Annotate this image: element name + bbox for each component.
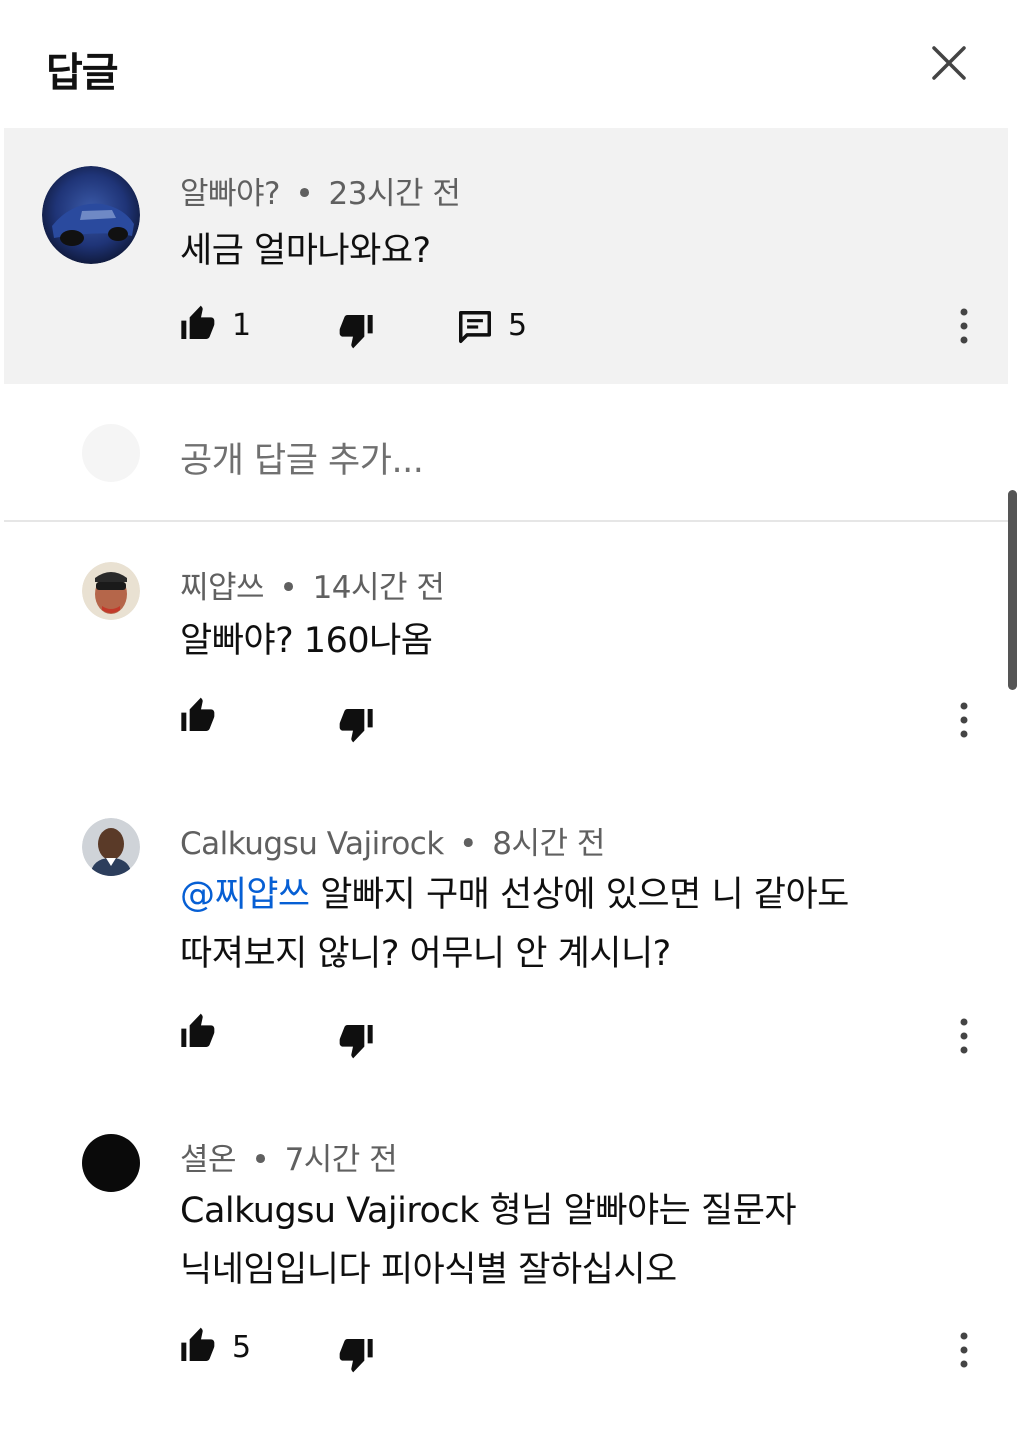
author-name[interactable]: 찌얍쓰 [180, 570, 265, 606]
comment-line: 따져보지 않니? 어무니 안 계시니? [180, 934, 671, 974]
scrollbar[interactable] [1008, 490, 1017, 690]
comment-line-rest: 알빠지 구매 선상에 있으면 니 같아도 [309, 875, 849, 915]
comment-meta: 찌얍쓰 • 14시간 전 [180, 562, 445, 607]
avatar[interactable] [82, 562, 140, 620]
meta-separator: • [459, 826, 477, 862]
comment-meta: Calkugsu Vajirock • 8시간 전 [180, 818, 605, 863]
timestamp[interactable]: 7시간 전 [285, 1142, 398, 1178]
comment-line: 닉네임입니다 피아식별 잘하십시오 [180, 1250, 677, 1290]
thumbs-down-icon[interactable] [336, 704, 376, 744]
add-reply-input[interactable]: 공개 답글 추가... [180, 432, 424, 483]
author-name[interactable]: Calkugsu Vajirock [180, 826, 444, 862]
mention-link[interactable]: @찌얍쓰 [180, 875, 310, 915]
comment-text: 세금 얼마나와요? [180, 231, 431, 271]
more-vert-icon[interactable] [954, 1328, 974, 1372]
thumbs-down-icon[interactable] [336, 1334, 376, 1374]
reply-icon[interactable] [456, 308, 496, 348]
thumbs-up-icon[interactable] [178, 304, 218, 344]
author-name[interactable]: 알빠야? [180, 176, 281, 212]
comment-text: @찌얍쓰 알빠지 구매 선상에 있으면 니 같아도 따져보지 않니? 어무니 안… [180, 866, 849, 984]
thumbs-up-icon[interactable] [178, 1012, 218, 1052]
thumbs-down-icon[interactable] [336, 310, 376, 350]
more-vert-icon[interactable] [954, 304, 974, 348]
divider [4, 520, 1008, 522]
more-vert-icon[interactable] [954, 698, 974, 742]
timestamp[interactable]: 8시간 전 [492, 826, 605, 862]
meta-separator: • [295, 176, 314, 212]
timestamp[interactable]: 23시간 전 [329, 176, 461, 212]
comment-text: 알빠야? 160나옴 [180, 612, 433, 671]
meta-separator: • [279, 570, 298, 606]
comment-line: @찌얍쓰 알빠지 구매 선상에 있으면 니 같아도 [180, 866, 849, 925]
more-vert-icon[interactable] [954, 1014, 974, 1058]
reply-count: 5 [508, 308, 528, 343]
panel-title: 답글 [46, 50, 119, 96]
thumbs-up-icon[interactable] [178, 696, 218, 736]
comment-meta: 셜온 • 7시간 전 [180, 1134, 398, 1179]
author-name[interactable]: 셜온 [180, 1142, 237, 1178]
panel-header: 답글 [0, 0, 1024, 128]
avatar [82, 424, 140, 482]
avatar[interactable] [82, 818, 140, 876]
thumbs-up-icon[interactable] [178, 1326, 218, 1366]
avatar[interactable] [42, 166, 140, 264]
comment-meta: 알빠야? • 23시간 전 [180, 168, 461, 213]
comment-text: Calkugsu Vajirock 형님 알빠야는 질문자 닉네임입니다 피아식… [180, 1182, 797, 1300]
parent-comment: 알빠야? • 23시간 전 세금 얼마나와요? 1 5 [4, 128, 1008, 384]
meta-separator: • [251, 1142, 270, 1178]
like-count: 5 [232, 1330, 252, 1365]
thumbs-down-icon[interactable] [336, 1020, 376, 1060]
close-icon[interactable] [926, 40, 972, 86]
comment-line: 알빠야? 160나옴 [180, 621, 433, 661]
replies-panel: 답글 알빠야? • 23시간 전 세금 얼마나와요? 1 5 공개 답글 추가.… [0, 0, 1024, 1429]
avatar[interactable] [82, 1134, 140, 1192]
comment-line: Calkugsu Vajirock 형님 알빠야는 질문자 [180, 1191, 797, 1231]
like-count: 1 [232, 308, 252, 343]
timestamp[interactable]: 14시간 전 [313, 570, 445, 606]
